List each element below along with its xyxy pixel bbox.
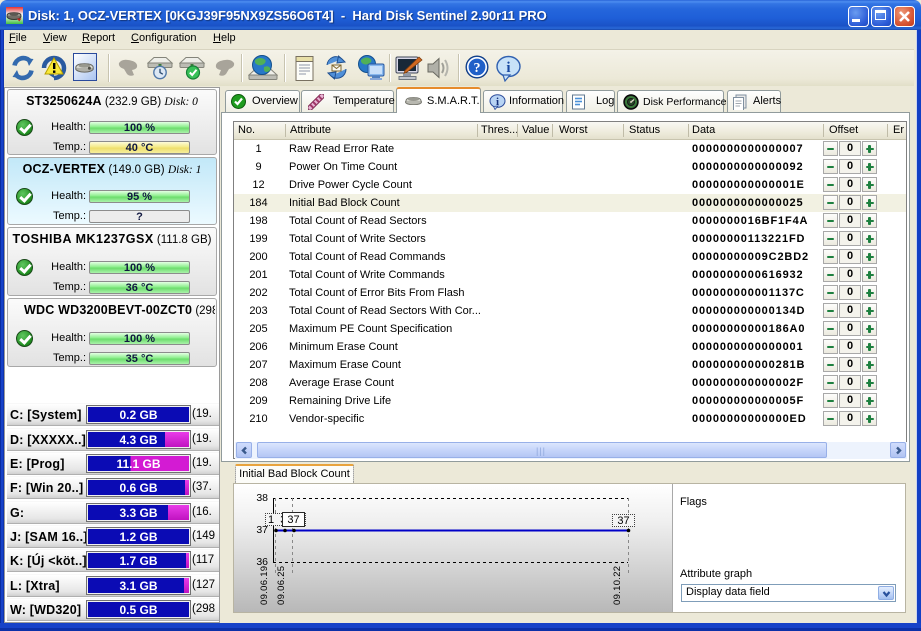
svg-text:i: i [496, 96, 499, 108]
svg-text:i: i [506, 60, 510, 76]
svg-text:?: ? [474, 61, 481, 76]
